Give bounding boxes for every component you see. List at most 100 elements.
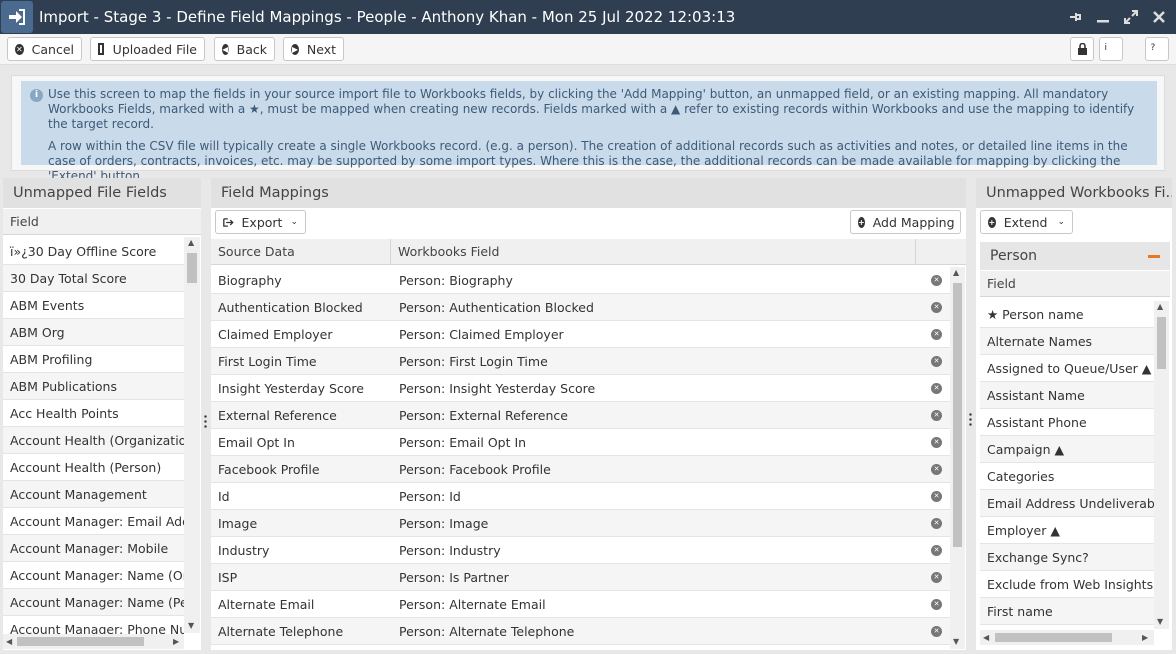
table-row[interactable]: Image Person: Image ✕ bbox=[211, 510, 950, 537]
scroll-up-arrow[interactable]: ▲ bbox=[188, 239, 194, 247]
list-item[interactable]: Employer ▲ bbox=[980, 517, 1154, 544]
scroll-thumb[interactable] bbox=[187, 253, 197, 283]
person-group-header[interactable]: Person bbox=[980, 242, 1170, 270]
table-row[interactable]: Biography Person: Biography ✕ bbox=[211, 267, 950, 294]
mapping-vertical-scrollbar[interactable]: ▲ ▼ bbox=[950, 267, 965, 649]
list-item[interactable]: Account Manager: Mobile bbox=[3, 535, 184, 562]
list-item[interactable]: Account Manager: Email Address bbox=[3, 508, 184, 535]
left-vertical-scrollbar[interactable]: ▲ ▼ bbox=[184, 237, 200, 633]
table-row[interactable]: Id Person: Id ✕ bbox=[211, 483, 950, 510]
help-button[interactable]: ? bbox=[1145, 37, 1169, 61]
close-icon[interactable] bbox=[1150, 8, 1168, 26]
remove-mapping-icon[interactable]: ✕ bbox=[931, 436, 942, 448]
scroll-left-arrow[interactable]: ◀ bbox=[6, 638, 12, 646]
list-item[interactable]: Campaign ▲ bbox=[980, 436, 1154, 463]
scroll-down-arrow[interactable]: ▼ bbox=[1157, 618, 1163, 626]
remove-mapping-icon[interactable]: ✕ bbox=[931, 463, 942, 475]
list-item[interactable]: Exchange Sync? bbox=[980, 544, 1154, 571]
table-row[interactable]: Insight Yesterday Score Person: Insight Y… bbox=[211, 375, 950, 402]
table-row[interactable]: Alternate Telephone Person: Alternate Tel… bbox=[211, 618, 950, 645]
scroll-thumb[interactable] bbox=[953, 283, 962, 547]
list-item[interactable]: ABM Publications bbox=[3, 373, 184, 400]
left-splitter-handle[interactable] bbox=[204, 414, 207, 428]
extend-button[interactable]: + Extend ⌄ bbox=[980, 210, 1073, 234]
list-item[interactable]: Account Management bbox=[3, 481, 184, 508]
table-row[interactable]: Industry Person: Industry ✕ bbox=[211, 537, 950, 564]
remove-mapping-icon[interactable]: ✕ bbox=[931, 355, 942, 367]
right-splitter-handle[interactable] bbox=[969, 412, 972, 426]
list-item[interactable]: Account Health (Person) bbox=[3, 454, 184, 481]
info-button[interactable]: i bbox=[1099, 37, 1123, 61]
table-row[interactable]: Authentication Blocked Person: Authentica… bbox=[211, 294, 950, 321]
right-horizontal-scrollbar[interactable]: ◀ ▶ bbox=[980, 630, 1154, 645]
right-vertical-scrollbar[interactable]: ▲ ▼ bbox=[1154, 301, 1169, 629]
table-row[interactable]: Email Opt In Person: Email Opt In ✕ bbox=[211, 429, 950, 456]
column-header-workbooks-field[interactable]: Workbooks Field bbox=[391, 239, 916, 264]
remove-mapping-icon[interactable]: ✕ bbox=[931, 409, 942, 421]
column-header-source-data[interactable]: Source Data bbox=[211, 239, 391, 264]
remove-mapping-icon[interactable]: ✕ bbox=[931, 625, 942, 637]
scroll-thumb[interactable] bbox=[1157, 317, 1166, 369]
table-row[interactable]: ISP Person: Is Partner ✕ bbox=[211, 564, 950, 591]
remove-mapping-icon[interactable]: ✕ bbox=[931, 598, 942, 610]
scroll-right-arrow[interactable]: ▶ bbox=[1142, 634, 1148, 642]
left-horizontal-scrollbar[interactable]: ◀ ▶ bbox=[3, 634, 184, 649]
lock-button[interactable] bbox=[1070, 37, 1094, 61]
export-button[interactable]: Export ⌄ bbox=[215, 210, 306, 234]
unmapped-file-field-list: ï»¿30 Day Offline Score 30 Day Total Scor… bbox=[3, 238, 184, 634]
scroll-thumb[interactable] bbox=[995, 633, 1112, 642]
collapse-icon[interactable] bbox=[1148, 255, 1160, 258]
remove-mapping-icon[interactable]: ✕ bbox=[931, 328, 942, 340]
remove-mapping-icon[interactable]: ✕ bbox=[931, 544, 942, 556]
add-mapping-button[interactable]: + Add Mapping bbox=[850, 210, 961, 234]
maximize-icon[interactable] bbox=[1122, 8, 1140, 26]
scroll-up-arrow[interactable]: ▲ bbox=[1157, 303, 1163, 311]
uploaded-file-button[interactable]: Uploaded File bbox=[90, 37, 205, 61]
remove-mapping-icon[interactable]: ✕ bbox=[931, 274, 942, 286]
list-item[interactable]: ★ Person name bbox=[980, 301, 1154, 328]
scroll-up-arrow[interactable]: ▲ bbox=[953, 269, 959, 277]
list-item[interactable]: ABM Events bbox=[3, 292, 184, 319]
scroll-down-arrow[interactable]: ▼ bbox=[953, 638, 959, 646]
table-row[interactable]: External Reference Person: External Refer… bbox=[211, 402, 950, 429]
list-item[interactable]: Account Manager: Name (Organization) bbox=[3, 562, 184, 589]
field-mappings-panel: Field Mappings Export ⌄ + Add Mapping Sou… bbox=[211, 178, 966, 650]
list-item[interactable]: Alternate Names bbox=[980, 328, 1154, 355]
column-header-field[interactable]: Field bbox=[980, 271, 1170, 297]
scroll-right-arrow[interactable]: ▶ bbox=[173, 638, 179, 646]
table-row[interactable]: Claimed Employer Person: Claimed Employer… bbox=[211, 321, 950, 348]
next-button[interactable]: ▶ Next bbox=[283, 37, 344, 61]
list-item[interactable]: Account Manager: Name (Person) bbox=[3, 589, 184, 616]
list-item[interactable]: First name bbox=[980, 598, 1154, 625]
list-item[interactable]: Account Manager: Phone Number bbox=[3, 616, 184, 635]
source-data-cell: Alternate Telephone bbox=[218, 623, 344, 639]
remove-mapping-icon[interactable]: ✕ bbox=[931, 382, 942, 394]
list-item[interactable]: Email Address Undeliverable bbox=[980, 490, 1154, 517]
back-button[interactable]: ◀ Back bbox=[214, 37, 275, 61]
remove-mapping-icon[interactable]: ✕ bbox=[931, 301, 942, 313]
list-item[interactable]: ABM Profiling bbox=[3, 346, 184, 373]
scroll-down-arrow[interactable]: ▼ bbox=[188, 622, 194, 630]
pin-icon[interactable] bbox=[1066, 8, 1084, 26]
list-item[interactable]: Categories bbox=[980, 463, 1154, 490]
list-item[interactable]: Assistant Phone bbox=[980, 409, 1154, 436]
scroll-thumb[interactable] bbox=[17, 637, 144, 646]
minimize-icon[interactable] bbox=[1094, 8, 1112, 26]
list-item[interactable]: Assigned to Queue/User ▲ bbox=[980, 355, 1154, 382]
column-header-field[interactable]: Field bbox=[3, 209, 201, 235]
list-item[interactable]: Acc Health Points bbox=[3, 400, 184, 427]
table-row[interactable]: First Login Time Person: First Login Time… bbox=[211, 348, 950, 375]
list-item[interactable]: ï»¿30 Day Offline Score bbox=[3, 238, 184, 265]
remove-mapping-icon[interactable]: ✕ bbox=[931, 517, 942, 529]
table-row[interactable]: Alternate Email Person: Alternate Email ✕ bbox=[211, 591, 950, 618]
list-item[interactable]: 30 Day Total Score bbox=[3, 265, 184, 292]
list-item[interactable]: Account Health (Organization) bbox=[3, 427, 184, 454]
list-item[interactable]: ABM Org bbox=[3, 319, 184, 346]
scroll-left-arrow[interactable]: ◀ bbox=[983, 634, 989, 642]
cancel-button[interactable]: ✕ Cancel bbox=[7, 37, 82, 61]
list-item[interactable]: Assistant Name bbox=[980, 382, 1154, 409]
list-item[interactable]: Exclude from Web Insights bbox=[980, 571, 1154, 598]
remove-mapping-icon[interactable]: ✕ bbox=[931, 490, 942, 502]
table-row[interactable]: Facebook Profile Person: Facebook Profile… bbox=[211, 456, 950, 483]
remove-mapping-icon[interactable]: ✕ bbox=[931, 571, 942, 583]
